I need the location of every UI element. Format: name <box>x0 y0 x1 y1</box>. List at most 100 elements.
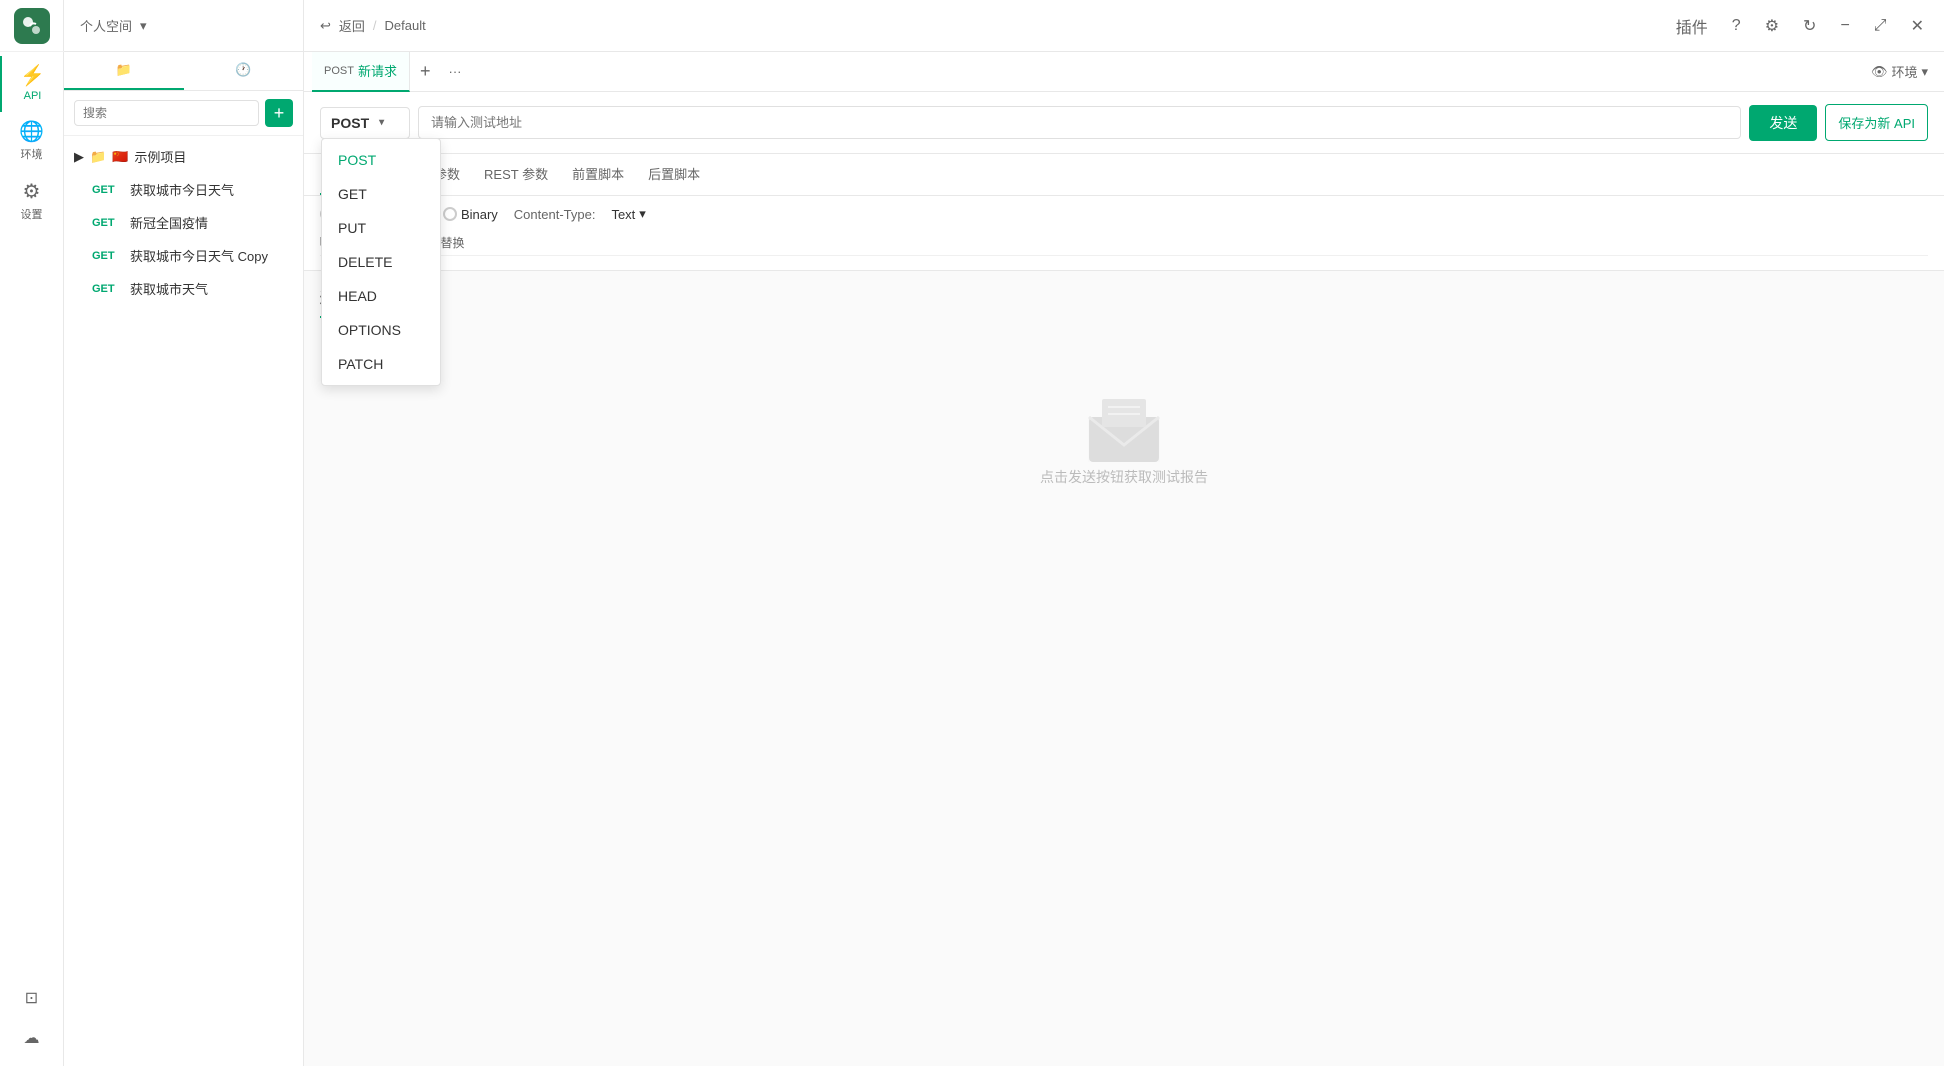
file-tree: ▶ 📁 🇨🇳 示例项目 GET 获取城市今日天气 GET 新冠全国疫情 GET … <box>64 136 303 1066</box>
dropdown-item-patch[interactable]: PATCH <box>322 347 440 381</box>
send-button[interactable]: 发送 <box>1749 105 1817 141</box>
request-area: POST ▾ POST GET PUT DELETE HEAD OPTIONS … <box>304 92 1944 154</box>
list-item[interactable]: GET 获取城市今日天气 <box>64 173 303 206</box>
method-badge: GET <box>92 184 124 196</box>
file-panel-tabs: 📁 🕐 <box>64 52 303 91</box>
radio-binary[interactable]: Binary <box>443 207 498 222</box>
method-selector[interactable]: POST ▾ POST GET PUT DELETE HEAD OPTIONS … <box>320 107 410 139</box>
maximize-icon[interactable]: ⤢ <box>1870 13 1891 39</box>
radio-binary-label: Binary <box>461 207 498 222</box>
content-type-value: Text <box>611 207 635 222</box>
api-name: 获取城市今日天气 <box>130 180 234 199</box>
back-label[interactable]: 返回 <box>339 16 365 35</box>
dropdown-item-options[interactable]: OPTIONS <box>322 313 440 347</box>
method-label: POST <box>331 115 369 131</box>
empty-envelope-icon <box>1084 397 1164 467</box>
sidebar-bottom-icon2[interactable]: ☁ <box>10 1022 54 1054</box>
history-tab-icon: 🕐 <box>235 62 251 77</box>
file-panel-topbar: 个人空间 ▾ <box>64 0 303 52</box>
content-type-selector[interactable]: Text ▾ <box>611 206 645 222</box>
sidebar-env-label: 环境 <box>21 146 43 162</box>
env-selector[interactable]: 👁 环境 ▾ <box>1863 62 1936 81</box>
file-panel: 个人空间 ▾ 📁 🕐 + ▶ 📁 🇨🇳 示例项目 GET 获取城市今日天气 GE… <box>64 0 304 1066</box>
breadcrumb-separator: / <box>373 18 377 33</box>
list-item[interactable]: GET 获取城市天气 <box>64 272 303 305</box>
sidebar-item-env[interactable]: 🌐 环境 <box>0 112 64 172</box>
help-icon[interactable]: ? <box>1728 13 1745 39</box>
env-label: 环境 <box>1891 62 1917 81</box>
replace-label: 替换 <box>441 234 465 251</box>
main-content: ↩ 返回 / Default 插件 ? ⚙ ↻ − ⤢ ✕ POST 新请求 +… <box>304 0 1944 1066</box>
folder-tab-icon: 📁 <box>116 62 132 77</box>
close-icon[interactable]: ✕ <box>1907 12 1928 40</box>
content-type-label: Content-Type: <box>514 207 596 222</box>
method-badge: GET <box>92 283 124 295</box>
sidebar-item-settings[interactable]: ⚙ 设置 <box>0 172 64 232</box>
tab-history[interactable]: 🕐 <box>184 52 304 90</box>
folder-label: 示例项目 <box>134 147 186 166</box>
folder-flag: 🇨🇳 <box>112 149 128 165</box>
tab-post-script[interactable]: 后置脚本 <box>636 154 712 195</box>
dropdown-item-post[interactable]: POST <box>322 143 440 177</box>
add-button[interactable]: + <box>265 99 293 127</box>
main-topbar: ↩ 返回 / Default 插件 ? ⚙ ↻ − ⤢ ✕ <box>304 0 1944 52</box>
eye-icon: 👁 <box>1871 64 1888 80</box>
breadcrumb: ↩ 返回 / Default <box>320 16 426 35</box>
return-area: 返回值 点击发送按钮获取测试报告 <box>304 271 1944 1066</box>
space-chevron-icon: ▾ <box>140 18 147 34</box>
space-title-text: 个人空间 <box>80 16 132 35</box>
content-type-chevron-icon: ▾ <box>639 206 646 222</box>
file-search-area: + <box>64 91 303 136</box>
tab-pre-script[interactable]: 前置脚本 <box>560 154 636 195</box>
dropdown-item-delete[interactable]: DELETE <box>322 245 440 279</box>
tab-add-button[interactable]: + <box>410 61 441 82</box>
tab-method-label: POST <box>324 65 354 77</box>
sidebar-api-label: API <box>24 90 42 102</box>
sidebar-bottom-icon1[interactable]: ⊡ <box>10 982 54 1014</box>
logo <box>0 0 64 52</box>
empty-text: 点击发送按钮获取测试报告 <box>1040 467 1208 487</box>
url-input[interactable] <box>418 106 1741 139</box>
editor-toolbar: ⎘ 复制 🔍 搜索 📄 替换 <box>320 230 1928 256</box>
dropdown-item-put[interactable]: PUT <box>322 211 440 245</box>
project-name: Default <box>385 18 426 33</box>
settings-icon: ⚙ <box>23 182 41 202</box>
plugin-button[interactable]: 插件 <box>1672 10 1712 42</box>
method-dropdown: POST GET PUT DELETE HEAD OPTIONS PATCH <box>321 138 441 386</box>
list-item[interactable]: GET 新冠全国疫情 <box>64 206 303 239</box>
save-button[interactable]: 保存为新 API <box>1825 104 1928 141</box>
api-name: 获取城市今日天气 Copy <box>130 246 268 265</box>
params-tabs: 请求体 Query 参数 REST 参数 前置脚本 后置脚本 <box>304 154 1944 196</box>
api-icon: ⚡ <box>20 66 45 86</box>
refresh-icon[interactable]: ↻ <box>1799 12 1820 40</box>
tab-bar: POST 新请求 + ··· 👁 环境 ▾ <box>304 52 1944 92</box>
method-chevron-icon: ▾ <box>379 117 384 128</box>
tab-post-new[interactable]: POST 新请求 <box>312 52 410 92</box>
radio-binary-dot <box>443 207 457 221</box>
search-input[interactable] <box>74 100 259 126</box>
back-icon: ↩ <box>320 18 331 34</box>
tab-rest-params[interactable]: REST 参数 <box>472 154 560 195</box>
tab-more-button[interactable]: ··· <box>440 64 469 79</box>
method-badge: GET <box>92 250 124 262</box>
api-name: 新冠全国疫情 <box>130 213 208 232</box>
minimize-icon[interactable]: − <box>1836 13 1853 39</box>
folder-item-example[interactable]: ▶ 📁 🇨🇳 示例项目 <box>64 140 303 173</box>
sidebar-item-api[interactable]: ⚡ API <box>0 56 64 112</box>
space-selector[interactable]: 个人空间 ▾ <box>80 16 147 35</box>
empty-state: 点击发送按钮获取测试报告 <box>320 342 1928 542</box>
sidebar: ⚡ API 🌐 环境 ⚙ 设置 ⊡ ☁ <box>0 0 64 1066</box>
topbar-actions: 插件 ? ⚙ ↻ − ⤢ ✕ <box>1672 10 1928 42</box>
tab-folder[interactable]: 📁 <box>64 52 184 90</box>
method-badge: GET <box>92 217 124 229</box>
dropdown-item-head[interactable]: HEAD <box>322 279 440 313</box>
body-area: none Raw Binary Content-Type: Text ▾ ⎘ 复… <box>304 196 1944 271</box>
body-type-row: none Raw Binary Content-Type: Text ▾ <box>320 206 1928 222</box>
sidebar-settings-label: 设置 <box>21 206 43 222</box>
env-icon: 🌐 <box>19 122 44 142</box>
settings-icon[interactable]: ⚙ <box>1761 12 1783 40</box>
api-name: 获取城市天气 <box>130 279 208 298</box>
dropdown-item-get[interactable]: GET <box>322 177 440 211</box>
env-chevron-icon: ▾ <box>1921 64 1928 80</box>
list-item[interactable]: GET 获取城市今日天气 Copy <box>64 239 303 272</box>
